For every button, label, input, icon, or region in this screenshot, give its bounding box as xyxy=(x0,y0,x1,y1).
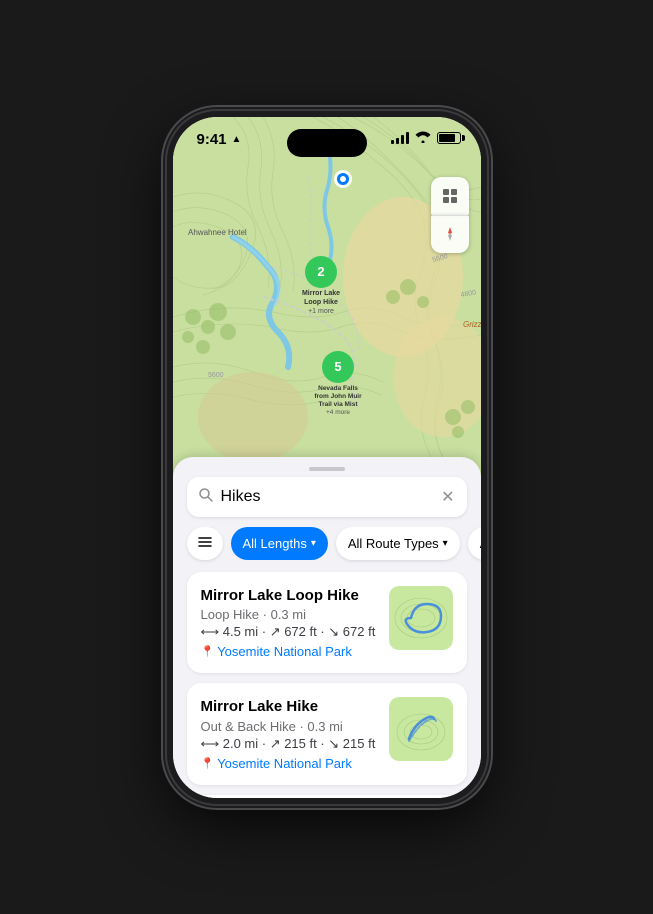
svg-text:Nevada Falls: Nevada Falls xyxy=(318,385,358,392)
location-link-1[interactable]: Yosemite National Park xyxy=(217,644,352,659)
result-location-2: 📍 Yosemite National Park xyxy=(201,756,377,771)
result-type-2: Out & Back Hike · 0.3 mi xyxy=(201,719,377,734)
filter-pill-all-lengths[interactable]: All Lengths ▾ xyxy=(231,527,328,560)
phone-frame: 9:41 ▲ xyxy=(167,111,487,804)
all-route-types-chevron-icon: ▾ xyxy=(443,538,448,549)
result-thumb-2 xyxy=(389,697,453,761)
time-display: 9:41 xyxy=(197,131,227,148)
compass-button[interactable] xyxy=(431,215,469,253)
filter-pill-hike-type[interactable] xyxy=(187,527,223,560)
result-card-mirror-lake-hike[interactable]: Mirror Lake Hike Out & Back Hike · 0.3 m… xyxy=(187,683,467,785)
result-stats-1: ⟷ 4.5 mi · ↗ 672 ft · ↘ 672 ft xyxy=(201,624,377,640)
svg-text:+4 more: +4 more xyxy=(325,409,349,416)
search-container: Hikes ✕ xyxy=(173,477,481,527)
svg-text:Loop Hike: Loop Hike xyxy=(304,299,338,306)
all-lengths-chevron-icon: ▾ xyxy=(311,538,316,549)
svg-text:Trail via Mist: Trail via Mist xyxy=(318,401,358,408)
result-info-2: Mirror Lake Hike Out & Back Hike · 0.3 m… xyxy=(201,697,377,771)
stats-text-2: ⟷ 2.0 mi · ↗ 215 ft · ↘ 215 ft xyxy=(201,736,376,752)
map-layers-button[interactable] xyxy=(431,177,469,215)
svg-text:Ahwahnee Hotel: Ahwahnee Hotel xyxy=(188,228,247,237)
all-route-types-label: All Route Types xyxy=(348,536,439,551)
location-link-2[interactable]: Yosemite National Park xyxy=(217,756,352,771)
result-thumb-1 xyxy=(389,586,453,650)
svg-text:Grizzly Peak: Grizzly Peak xyxy=(463,320,481,329)
svg-text:5600: 5600 xyxy=(208,372,224,379)
status-time: 9:41 ▲ xyxy=(197,131,242,148)
filter-row: All Lengths ▾ All Route Types ▾ All Ele … xyxy=(173,527,481,572)
sheet-handle xyxy=(173,457,481,477)
result-location-1: 📍 Yosemite National Park xyxy=(201,644,377,659)
search-input-value[interactable]: Hikes xyxy=(221,488,434,506)
signal-icon xyxy=(391,132,409,144)
filter-pill-all-route-types[interactable]: All Route Types ▾ xyxy=(336,527,460,560)
result-type-1: Loop Hike · 0.3 mi xyxy=(201,607,377,622)
svg-text:5: 5 xyxy=(334,359,341,374)
bottom-sheet: Hikes ✕ All Lengths xyxy=(173,457,481,798)
svg-text:Mirror Lake: Mirror Lake xyxy=(301,290,339,297)
all-ele-label: All Ele xyxy=(480,536,481,551)
map-svg: Ahwahnee Hotel Grizzly Peak 2 Mirror Lak… xyxy=(173,117,481,477)
result-name-2: Mirror Lake Hike xyxy=(201,697,377,717)
search-clear-button[interactable]: ✕ xyxy=(441,487,454,507)
filter-pill-all-ele[interactable]: All Ele ▾ xyxy=(468,527,481,560)
result-stats-2: ⟷ 2.0 mi · ↗ 215 ft · ↘ 215 ft xyxy=(201,736,377,752)
status-icons xyxy=(391,131,461,146)
location-arrow-icon: ▲ xyxy=(232,134,242,145)
wifi-icon xyxy=(415,131,431,146)
dynamic-island xyxy=(287,129,367,157)
battery-icon xyxy=(437,132,461,144)
search-icon xyxy=(199,488,213,505)
phone-screen: 9:41 ▲ xyxy=(173,117,481,798)
svg-text:from John Muir: from John Muir xyxy=(314,393,362,400)
map-button-group xyxy=(431,177,469,253)
result-card-nevada-falls[interactable]: Nevada Falls from John Mui— xyxy=(187,795,467,798)
sheet-handle-bar xyxy=(309,467,345,471)
map-area[interactable]: Ahwahnee Hotel Grizzly Peak 2 Mirror Lak… xyxy=(173,117,481,477)
search-bar[interactable]: Hikes ✕ xyxy=(187,477,467,517)
results-list: Mirror Lake Loop Hike Loop Hike · 0.3 mi… xyxy=(173,572,481,798)
location-icon-1: 📍 xyxy=(201,645,215,658)
location-icon-2: 📍 xyxy=(201,757,215,770)
map-style-buttons xyxy=(431,177,469,253)
svg-text:2: 2 xyxy=(317,264,324,279)
result-info-1: Mirror Lake Loop Hike Loop Hike · 0.3 mi… xyxy=(201,586,377,660)
stats-text-1: ⟷ 4.5 mi · ↗ 672 ft · ↘ 672 ft xyxy=(201,624,376,640)
all-lengths-label: All Lengths xyxy=(243,536,307,551)
result-card-mirror-lake-loop[interactable]: Mirror Lake Loop Hike Loop Hike · 0.3 mi… xyxy=(187,572,467,674)
hike-type-icon xyxy=(197,534,213,553)
result-name-1: Mirror Lake Loop Hike xyxy=(201,586,377,606)
svg-text:+1 more: +1 more xyxy=(308,308,334,315)
